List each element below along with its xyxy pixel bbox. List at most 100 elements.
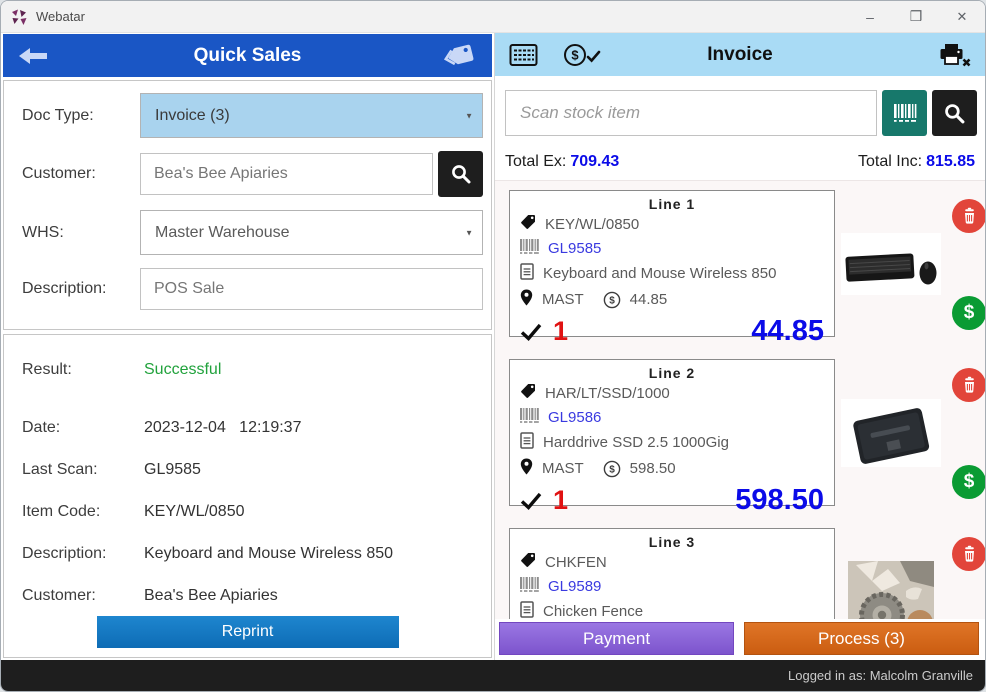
result-label: Result: — [22, 361, 72, 378]
line-warehouse: MAST — [542, 291, 584, 308]
doc-type-select[interactable]: Invoice (3) ▼ — [140, 93, 483, 138]
close-button[interactable]: ✕ — [939, 1, 985, 32]
search-icon — [945, 103, 965, 123]
invoice-lines-list[interactable]: Line 1 KEY/WL/0850 GL9585 Keyboard and M… — [495, 180, 985, 619]
keypad-icon[interactable] — [509, 43, 538, 67]
line-actions: $ — [947, 359, 985, 506]
date-value: 2023-12-04 12:19:37 — [144, 419, 302, 436]
line-barcode-link[interactable]: GL9586 — [548, 409, 601, 426]
result-description-label: Description: — [22, 545, 107, 562]
check-icon — [520, 491, 542, 510]
customer-input[interactable] — [140, 153, 433, 195]
invoice-line-card[interactable]: Line 2 HAR/LT/SSD/1000 GL9586 Harddrive … — [509, 359, 835, 516]
logged-in-user: Logged in as: Malcolm Granville — [788, 668, 973, 683]
invoice-line-row: Line 1 KEY/WL/0850 GL9585 Keyboard and M… — [509, 190, 985, 347]
product-image — [835, 190, 947, 337]
document-icon — [520, 601, 534, 619]
barcode-scan-button[interactable] — [882, 90, 927, 136]
line-total: 598.50 — [735, 484, 824, 516]
delete-line-button[interactable] — [952, 368, 985, 402]
line-item-code: KEY/WL/0850 — [545, 215, 640, 233]
invoice-line-card[interactable]: Line 1 KEY/WL/0850 GL9585 Keyboard and M… — [509, 190, 835, 347]
line-description: Harddrive SSD 2.5 1000Gig — [543, 434, 729, 451]
item-code-label: Item Code: — [22, 503, 101, 520]
line-price-button[interactable]: $ — [952, 296, 985, 330]
location-pin-icon — [520, 289, 533, 310]
date-label: Date: — [22, 419, 61, 436]
delete-line-button[interactable] — [952, 537, 985, 571]
barcode-icon — [520, 408, 539, 427]
invoice-header: $ Invoice — [495, 33, 985, 76]
chevron-down-icon: ▼ — [465, 228, 473, 237]
barcode-icon — [520, 239, 539, 258]
line-barcode-link[interactable]: GL9585 — [548, 240, 601, 257]
currency-check-icon[interactable]: $ — [562, 42, 602, 68]
line-title: Line 1 — [648, 196, 696, 212]
delete-line-button[interactable] — [952, 199, 985, 233]
document-icon — [520, 263, 534, 284]
svg-text:$: $ — [571, 47, 579, 62]
scan-stock-input[interactable] — [505, 90, 877, 136]
maximize-button[interactable]: ❒ — [893, 1, 939, 32]
document-icon — [520, 432, 534, 453]
last-scan-value: GL9585 — [144, 461, 201, 478]
line-unit-price: 598.50 — [629, 460, 676, 477]
totals-row: Total Ex: 709.43 Total Inc: 815.85 — [495, 140, 985, 180]
invoice-line-row: Line 2 HAR/LT/SSD/1000 GL9586 Harddrive … — [509, 359, 985, 516]
line-description: Chicken Fence — [543, 603, 644, 619]
svg-text:$: $ — [609, 295, 615, 306]
total-ex-value: 709.43 — [570, 153, 620, 170]
unit-price-icon: $ — [603, 460, 621, 478]
invoice-actions: Payment Process (3) — [495, 619, 985, 660]
back-arrow-icon[interactable] — [17, 45, 49, 67]
svg-text:$: $ — [609, 464, 615, 475]
check-icon — [520, 322, 542, 341]
minimize-button[interactable]: – — [847, 1, 893, 32]
line-actions — [947, 528, 985, 619]
dollar-icon: $ — [963, 302, 975, 323]
stock-search-button[interactable] — [932, 90, 977, 136]
item-code-value: KEY/WL/0850 — [144, 503, 245, 520]
whs-value: Master Warehouse — [155, 223, 290, 241]
line-actions: $ — [947, 190, 985, 337]
invoice-line-row: Line 3 CHKFEN GL9589 Chicken Fence — [509, 528, 985, 619]
search-icon — [451, 165, 470, 184]
line-price-button[interactable]: $ — [952, 465, 985, 499]
line-description: Keyboard and Mouse Wireless 850 — [543, 265, 777, 282]
doc-type-value: Invoice (3) — [155, 106, 230, 124]
process-button[interactable]: Process (3) — [744, 622, 979, 655]
scan-result-box: Result: Successful Date: 2023-12-04 12:1… — [3, 334, 492, 658]
trash-icon — [964, 376, 974, 393]
whs-select[interactable]: Master Warehouse ▼ — [140, 210, 483, 255]
total-inc-label: Total Inc: — [858, 153, 923, 170]
payment-button[interactable]: Payment — [499, 622, 734, 655]
reprint-button[interactable]: Reprint — [96, 616, 399, 648]
line-qty: 1 — [553, 485, 569, 515]
quick-sales-form: Doc Type: Invoice (3) ▼ Customer: Bea's … — [3, 80, 492, 330]
line-barcode-link[interactable]: GL9589 — [548, 578, 601, 595]
line-title: Line 2 — [648, 365, 696, 381]
total-inc-value: 815.85 — [926, 153, 975, 170]
result-customer-value: Bea's Bee Apiaries — [144, 587, 278, 604]
tags-icon[interactable] — [442, 41, 478, 71]
line-item-code: HAR/LT/SSD/1000 — [545, 384, 670, 402]
product-image — [835, 528, 947, 619]
description-input[interactable] — [140, 268, 483, 310]
print-cancel-icon[interactable] — [937, 42, 971, 68]
result-customer-label: Customer: — [22, 587, 96, 604]
invoice-line-card[interactable]: Line 3 CHKFEN GL9589 Chicken Fence — [509, 528, 835, 619]
tag-icon — [520, 552, 536, 572]
quick-sales-panel: Quick Sales Doc Type: Invoice (3) ▼ Cust… — [1, 33, 495, 660]
customer-search-button[interactable] — [438, 151, 483, 197]
total-ex: Total Ex: 709.43 — [505, 153, 619, 171]
last-scan-label: Last Scan: — [22, 461, 98, 478]
webatar-logo-icon — [10, 8, 28, 26]
unit-price-icon: $ — [603, 291, 621, 309]
line-warehouse: MAST — [542, 460, 584, 477]
total-inc: Total Inc: 815.85 — [858, 153, 975, 171]
doc-type-label: Doc Type: — [22, 106, 94, 124]
barcode-icon — [520, 577, 539, 596]
line-item-code: CHKFEN — [545, 553, 607, 571]
dollar-icon: $ — [963, 471, 975, 492]
barcode-icon — [893, 104, 916, 122]
